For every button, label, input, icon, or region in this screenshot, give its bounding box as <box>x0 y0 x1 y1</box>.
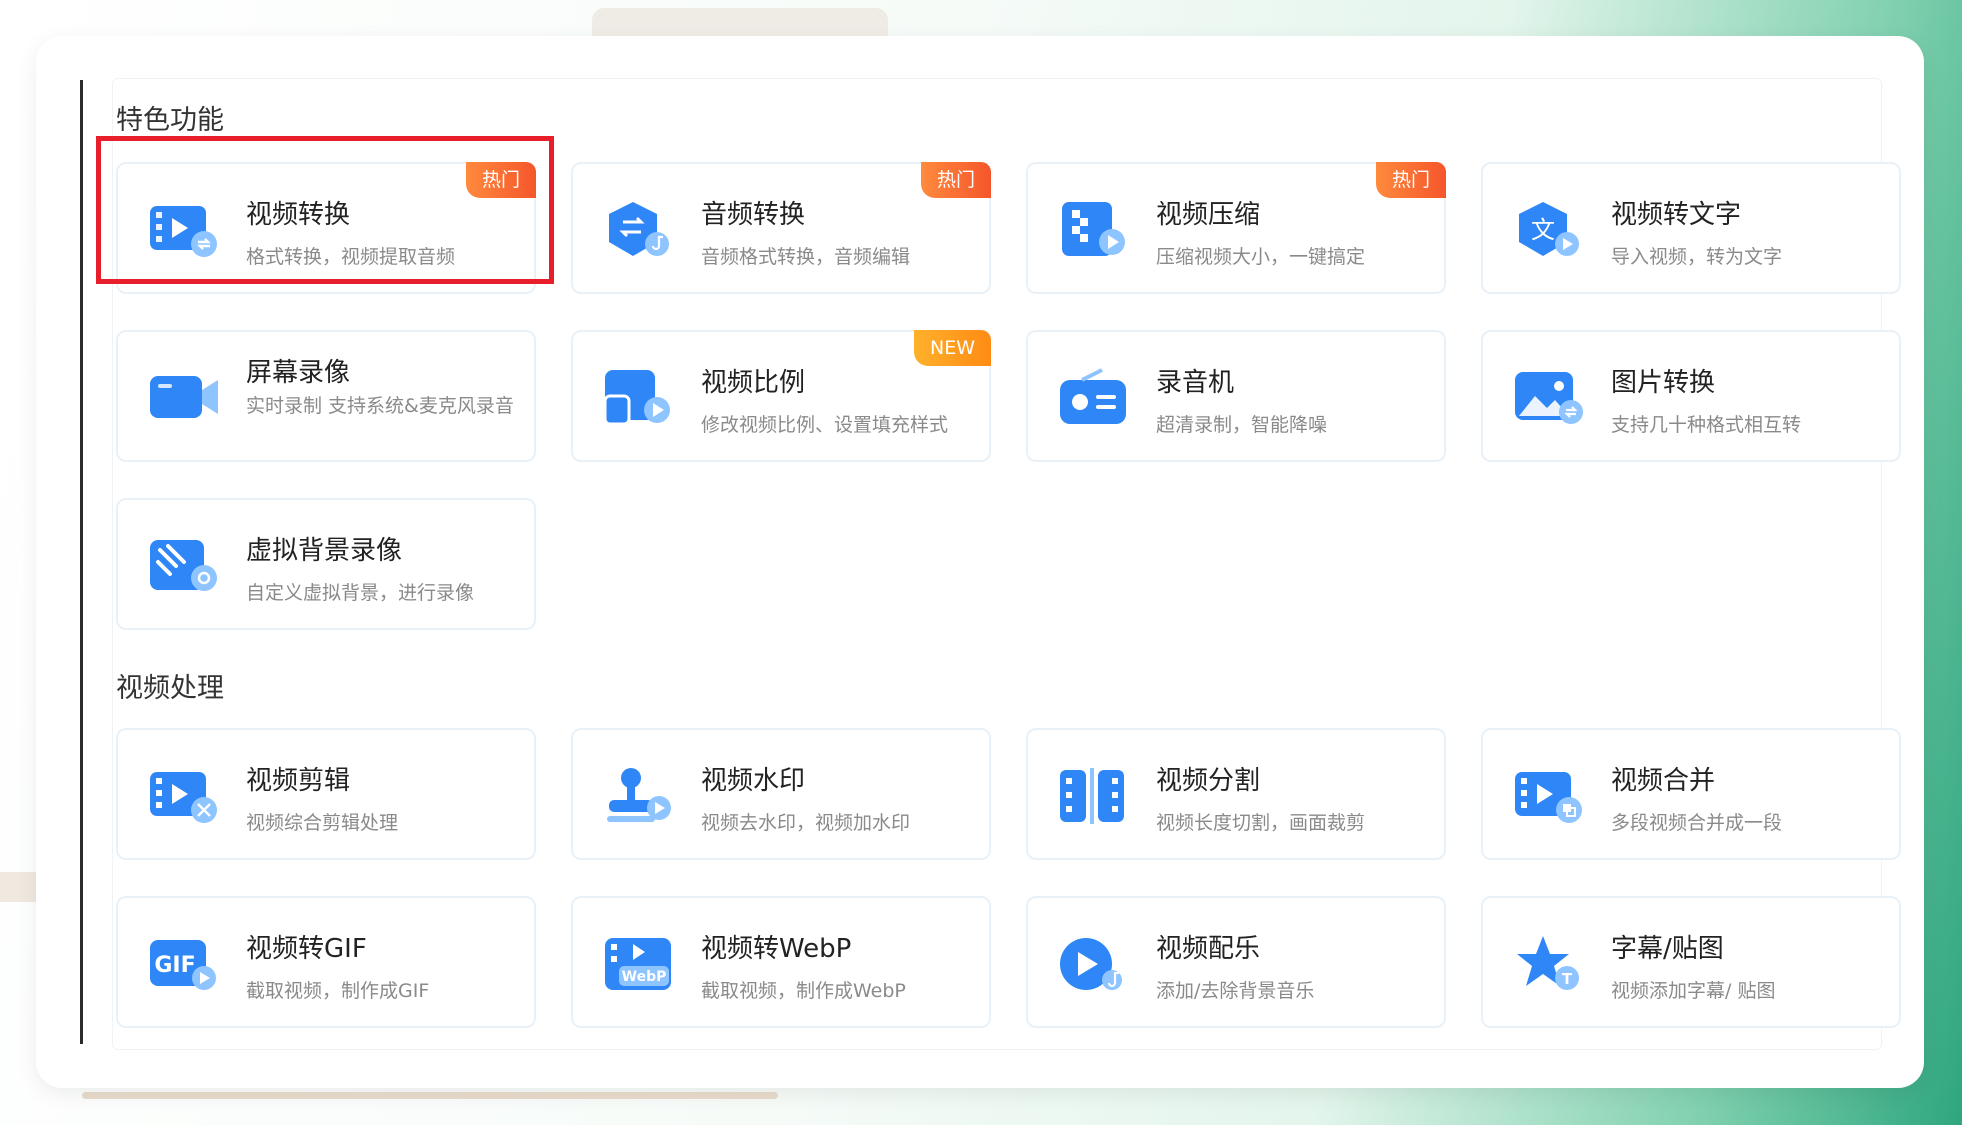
card-title: 视频分割 <box>1156 766 1261 796</box>
video-edit-icon <box>148 766 220 826</box>
card-description: 超清录制，智能降噪 <box>1156 414 1328 436</box>
card-description: 音频格式转换，音频编辑 <box>701 246 911 268</box>
card-video-edit[interactable]: 视频剪辑 视频综合剪辑处理 <box>116 728 536 860</box>
card-title: 音频转换 <box>701 200 806 230</box>
card-description: 压缩视频大小，一键搞定 <box>1156 246 1366 268</box>
card-audio-convert[interactable]: 音频转换 音频格式转换，音频编辑 热门 <box>571 162 991 294</box>
card-title: 视频压缩 <box>1156 200 1261 230</box>
card-title: 视频转WebP <box>701 934 852 964</box>
card-description: 截取视频，制作成GIF <box>246 980 430 1002</box>
new-badge: NEW <box>913 330 991 366</box>
card-description: 自定义虚拟背景，进行录像 <box>246 582 475 604</box>
card-title: 图片转换 <box>1611 368 1716 398</box>
video-split-icon <box>1058 766 1130 826</box>
video-compress-icon <box>1058 200 1130 260</box>
card-video-split[interactable]: 视频分割 视频长度切割，画面裁剪 <box>1026 728 1446 860</box>
card-description: 视频添加字幕/ 贴图 <box>1611 980 1776 1002</box>
webp-icon: WebP <box>603 934 675 994</box>
hot-badge: 热门 <box>920 162 991 198</box>
subtitle-sticker-icon: T <box>1513 934 1585 994</box>
webp-label: WebP <box>622 969 667 985</box>
gif-icon: GIF <box>148 934 220 994</box>
card-description: 格式转换，视频提取音频 <box>246 246 456 268</box>
card-description: 截取视频，制作成WebP <box>701 980 906 1002</box>
card-subtitle-sticker[interactable]: T 字幕/贴图 视频添加字幕/ 贴图 <box>1481 896 1901 1028</box>
card-title: 字幕/贴图 <box>1611 934 1724 964</box>
background-strip <box>0 872 40 902</box>
card-screen-record[interactable]: 屏幕录像 实时录制 支持系统&麦克风录音 <box>116 330 536 462</box>
card-description: 添加/去除背景音乐 <box>1156 980 1315 1002</box>
card-video-to-text[interactable]: 文 视频转文字 导入视频，转为文字 <box>1481 162 1901 294</box>
text-glyph: 文 <box>1531 216 1555 244</box>
card-video-watermark[interactable]: 视频水印 视频去水印，视频加水印 <box>571 728 991 860</box>
card-title: 屏幕录像 <box>246 358 351 388</box>
card-description: 视频长度切割，画面裁剪 <box>1156 812 1366 834</box>
card-description: 视频综合剪辑处理 <box>246 812 399 834</box>
video-convert-icon <box>148 200 220 260</box>
card-video-to-webp[interactable]: WebP 视频转WebP 截取视频，制作成WebP <box>571 896 991 1028</box>
card-title: 录音机 <box>1156 368 1235 398</box>
card-recorder[interactable]: 录音机 超清录制，智能降噪 <box>1026 330 1446 462</box>
card-title: 视频水印 <box>701 766 806 796</box>
video-merge-icon <box>1513 766 1585 826</box>
card-video-merge[interactable]: 视频合并 多段视频合并成一段 <box>1481 728 1901 860</box>
card-video-music[interactable]: 视频配乐 添加/去除背景音乐 <box>1026 896 1446 1028</box>
watermark-stamp-icon <box>603 766 675 826</box>
panel-divider <box>80 80 83 1044</box>
card-video-convert[interactable]: 视频转换 格式转换，视频提取音频 热门 <box>116 162 536 294</box>
image-convert-icon <box>1513 368 1585 428</box>
recorder-icon <box>1058 368 1130 428</box>
section-title-featured: 特色功能 <box>116 105 224 136</box>
hot-badge: 热门 <box>1375 162 1446 198</box>
section-title-video-processing: 视频处理 <box>116 673 224 704</box>
card-title: 视频剪辑 <box>246 766 351 796</box>
card-description: 视频去水印，视频加水印 <box>701 812 911 834</box>
card-virtual-bg-record[interactable]: 虚拟背景录像 自定义虚拟背景，进行录像 <box>116 498 536 630</box>
card-title: 视频配乐 <box>1156 934 1261 964</box>
video-to-text-icon: 文 <box>1513 200 1585 260</box>
video-music-icon <box>1058 934 1130 994</box>
card-title: 视频转GIF <box>246 934 367 964</box>
card-video-ratio[interactable]: 视频比例 修改视频比例、设置填充样式 NEW <box>571 330 991 462</box>
virtual-background-icon <box>148 536 220 596</box>
video-ratio-icon <box>603 368 675 428</box>
card-title: 视频合并 <box>1611 766 1716 796</box>
card-description: 支持几十种格式相互转 <box>1611 414 1802 436</box>
subtitle-label: T <box>1562 970 1573 988</box>
card-description: 导入视频，转为文字 <box>1611 246 1783 268</box>
card-title: 视频转文字 <box>1611 200 1742 230</box>
card-description: 实时录制 支持系统&麦克风录音 <box>246 395 514 417</box>
card-video-to-gif[interactable]: GIF 视频转GIF 截取视频，制作成GIF <box>116 896 536 1028</box>
card-title: 视频比例 <box>701 368 806 398</box>
card-image-convert[interactable]: 图片转换 支持几十种格式相互转 <box>1481 330 1901 462</box>
screen-record-icon <box>148 368 220 428</box>
hot-badge: 热门 <box>465 162 536 198</box>
card-title: 视频转换 <box>246 200 351 230</box>
gif-label: GIF <box>154 953 195 978</box>
card-video-compress[interactable]: 视频压缩 压缩视频大小，一键搞定 热门 <box>1026 162 1446 294</box>
card-title: 虚拟背景录像 <box>246 536 403 566</box>
tools-panel: 特色功能 视频处理 视频转换 格式转换，视频提取音频 热门 音频转换 音频格式转… <box>36 36 1924 1088</box>
background-bar <box>82 1092 778 1099</box>
card-description: 修改视频比例、设置填充样式 <box>701 414 949 436</box>
audio-convert-icon <box>603 200 675 260</box>
card-description: 多段视频合并成一段 <box>1611 812 1783 834</box>
